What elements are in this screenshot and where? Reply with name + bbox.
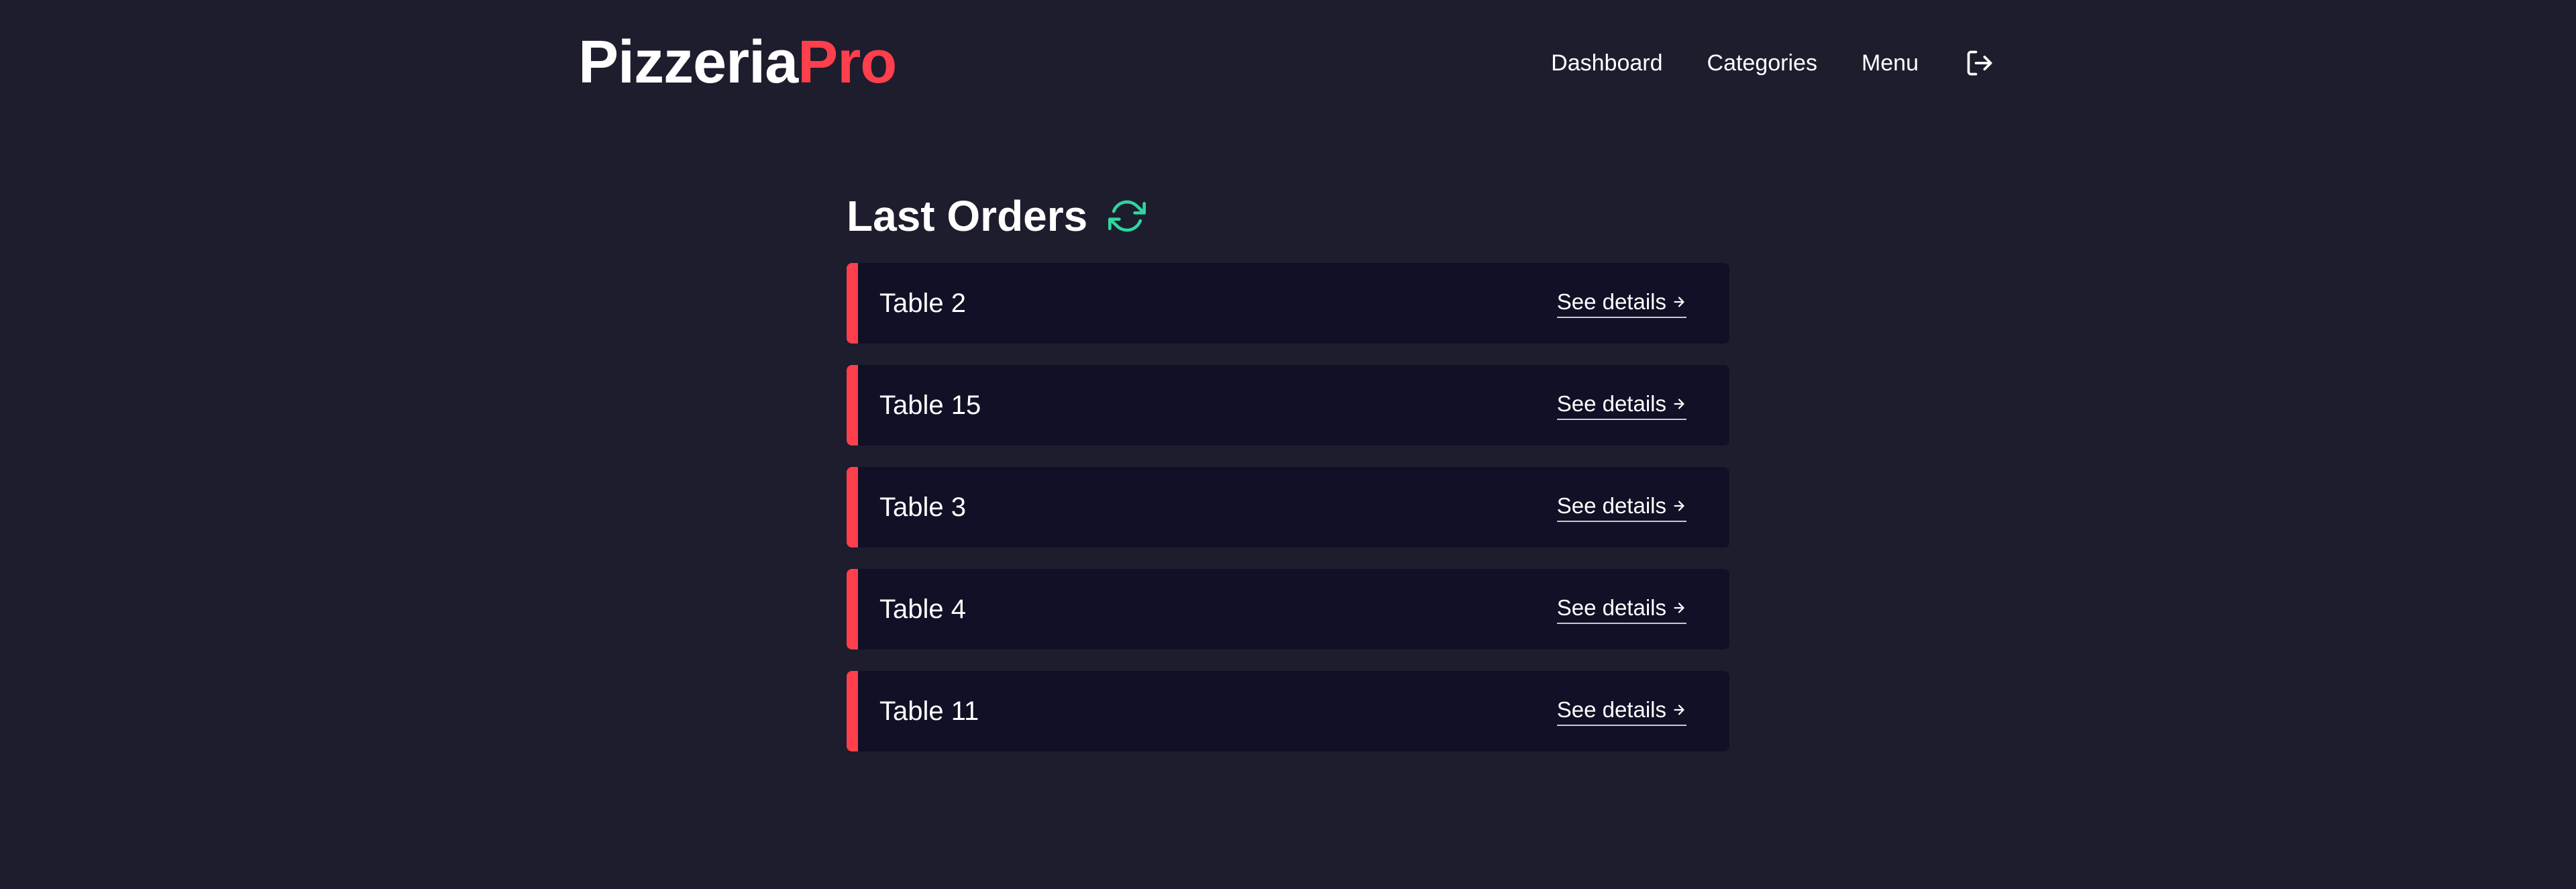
see-details-link[interactable]: See details <box>1556 289 1686 318</box>
refresh-button[interactable] <box>1108 197 1146 236</box>
arrow-right-icon <box>1672 702 1686 717</box>
main-nav: Dashboard Categories Menu <box>1551 42 1995 85</box>
logo-accent: Pro <box>798 29 897 96</box>
orders-section: Last Orders Table 2 See details Table 15… <box>847 188 1729 773</box>
order-table-name: Table 11 <box>879 696 979 726</box>
logo[interactable]: PizzeriaPro <box>578 29 897 96</box>
arrow-right-icon <box>1672 295 1686 309</box>
see-details-label: See details <box>1556 390 1666 416</box>
see-details-label: See details <box>1556 492 1666 518</box>
arrow-right-icon <box>1672 600 1686 615</box>
nav-menu[interactable]: Menu <box>1862 52 1919 74</box>
arrow-right-icon <box>1672 499 1686 513</box>
see-details-label: See details <box>1556 696 1666 722</box>
order-row: Table 11 See details <box>847 671 1729 751</box>
nav-dashboard[interactable]: Dashboard <box>1551 52 1662 74</box>
nav-categories[interactable]: Categories <box>1707 52 1817 74</box>
logo-primary: Pizzeria <box>578 29 798 96</box>
logout-icon <box>1967 50 1992 76</box>
see-details-label: See details <box>1556 289 1666 314</box>
order-table-name: Table 15 <box>879 390 981 420</box>
order-row: Table 4 See details <box>847 569 1729 649</box>
see-details-link[interactable]: See details <box>1556 390 1686 420</box>
see-details-link[interactable]: See details <box>1556 492 1686 522</box>
title-row: Last Orders <box>847 188 1729 244</box>
order-row: Table 3 See details <box>847 467 1729 547</box>
order-row: Table 15 See details <box>847 365 1729 446</box>
see-details-link[interactable]: See details <box>1556 696 1686 726</box>
order-table-name: Table 4 <box>879 594 966 624</box>
see-details-link[interactable]: See details <box>1556 594 1686 624</box>
page-title: Last Orders <box>847 192 1088 240</box>
order-row: Table 2 See details <box>847 263 1729 344</box>
order-table-name: Table 3 <box>879 492 966 522</box>
see-details-label: See details <box>1556 594 1666 620</box>
refresh-icon <box>1108 200 1146 232</box>
logout-button[interactable] <box>1964 48 1995 79</box>
header: PizzeriaPro Dashboard Categories Menu <box>0 0 2576 127</box>
orders-list: Table 2 See details Table 15 See details… <box>847 263 1729 751</box>
arrow-right-icon <box>1672 397 1686 411</box>
order-table-name: Table 2 <box>879 289 966 318</box>
